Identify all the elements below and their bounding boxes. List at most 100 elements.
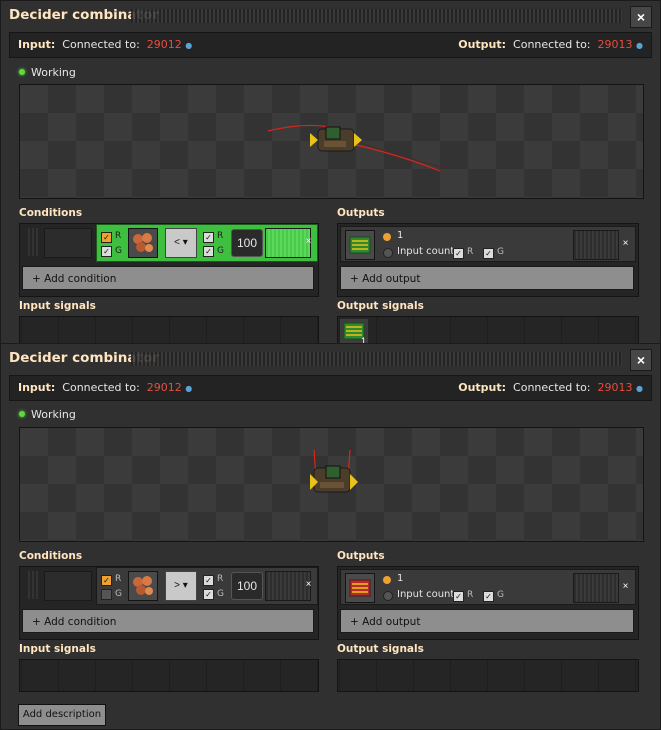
outputs-label: Outputs	[337, 550, 385, 562]
add-description-button[interactable]: Add description	[18, 704, 106, 726]
output-signal-slot[interactable]	[345, 230, 375, 260]
entity-preview	[19, 84, 644, 199]
electronic-circuit-icon	[349, 579, 371, 597]
connection-bar: Input: Connected to: 29012 ● Output: Con…	[9, 32, 652, 58]
input-signals-label: Input signals	[19, 300, 96, 312]
copper-ore-icon	[133, 576, 153, 595]
decider-window-2: Decider combinator × Input: Connected to…	[0, 343, 661, 730]
checkbox-red-wire[interactable]: ✓	[101, 232, 112, 243]
add-output-button[interactable]: + Add output	[340, 609, 634, 633]
constant-value-field[interactable]: 100	[231, 229, 263, 257]
input-count-label: Input count	[397, 589, 455, 600]
add-output-button[interactable]: + Add output	[340, 266, 634, 290]
close-icon[interactable]: ×	[619, 231, 632, 257]
connected-to-label: Connected to:	[62, 38, 140, 51]
connected-to-label: Connected to:	[62, 381, 140, 394]
status-dot-icon	[19, 411, 25, 417]
comparator-value: >	[174, 580, 181, 591]
logic-operator-slot[interactable]	[44, 228, 92, 258]
radio-constant[interactable]	[383, 233, 391, 241]
outputs-label: Outputs	[337, 207, 385, 219]
condition-row: ✓ R ✓ G < ▾ ✓ R ✓ G 100 ×	[96, 224, 318, 262]
checkbox-red-wire[interactable]: ✓	[203, 232, 214, 243]
red-label: R	[217, 574, 224, 584]
info-icon[interactable]: ●	[185, 384, 192, 393]
chevron-down-icon: ▾	[182, 580, 188, 591]
close-icon[interactable]: ×	[302, 229, 315, 255]
radio-input-count[interactable]	[383, 248, 393, 258]
first-signal-slot[interactable]	[128, 228, 158, 258]
status-indicator: Working	[19, 66, 76, 79]
decider-window-1: Decider combinator × Input: Connected to…	[0, 0, 661, 349]
input-signals-label: Input signals	[19, 643, 96, 655]
electronic-circuit-icon	[349, 236, 371, 254]
green-label: G	[115, 246, 122, 256]
entity-preview	[19, 427, 644, 542]
info-icon[interactable]: ●	[636, 384, 643, 393]
output-network-id: 29013	[597, 38, 633, 51]
output-signals-label: Output signals	[337, 643, 424, 655]
output-signal-slot[interactable]	[345, 573, 375, 603]
output-grip[interactable]	[573, 573, 619, 603]
checkbox-red-wire[interactable]: ✓	[101, 575, 112, 586]
red-label: R	[217, 231, 224, 241]
first-signal-slot[interactable]	[128, 571, 158, 601]
conditions-label: Conditions	[19, 550, 83, 562]
combinator-preview-icon	[267, 124, 451, 172]
green-label: G	[217, 246, 224, 256]
outputs-panel: 1 Input count ✓ R ✓ G × + Add output	[337, 566, 639, 640]
red-label: R	[115, 574, 122, 584]
radio-input-count[interactable]	[383, 591, 393, 601]
connected-to-label: Connected to:	[513, 381, 591, 394]
checkbox-green-wire[interactable]: ✓	[483, 248, 494, 259]
checkbox-green-wire[interactable]: ✓	[203, 246, 214, 257]
green-label: G	[217, 589, 224, 599]
checkbox-green-wire[interactable]: ✓	[101, 246, 112, 257]
info-icon[interactable]: ●	[185, 41, 192, 50]
checkbox-green-wire[interactable]: ✓	[483, 591, 494, 602]
output-signal-cell[interactable]: 1	[340, 319, 368, 346]
green-label: G	[497, 590, 504, 600]
close-icon[interactable]: ×	[619, 574, 632, 600]
close-icon[interactable]: ×	[630, 349, 652, 371]
green-label: G	[115, 589, 122, 599]
conditions-panel: ✓ R G > ▾ ✓ R ✓ G 100 × + Add condition	[19, 566, 319, 640]
drag-handle[interactable]	[26, 228, 40, 256]
close-icon[interactable]: ×	[630, 6, 652, 28]
radio-constant[interactable]	[383, 576, 391, 584]
output-network-id: 29013	[597, 381, 633, 394]
logic-operator-slot[interactable]	[44, 571, 92, 601]
output-constant-value: 1	[397, 230, 404, 241]
input-network-id: 29012	[146, 381, 182, 394]
constant-value-field[interactable]: 100	[231, 572, 263, 600]
checkbox-red-wire[interactable]: ✓	[203, 575, 214, 586]
red-label: R	[115, 231, 122, 241]
checkbox-green-wire[interactable]: ✓	[203, 589, 214, 600]
checkbox-green-wire[interactable]	[101, 589, 112, 600]
input-network-id: 29012	[146, 38, 182, 51]
checkbox-red-wire[interactable]: ✓	[453, 591, 464, 602]
comparator-dropdown[interactable]: > ▾	[165, 571, 197, 601]
close-icon[interactable]: ×	[302, 572, 315, 598]
outputs-panel: 1 Input count ✓ R ✓ G × + Add output	[337, 223, 639, 297]
title-bar[interactable]: Decider combinator ×	[1, 344, 660, 374]
drag-handle[interactable]	[26, 571, 40, 599]
drag-handle[interactable]	[131, 9, 622, 23]
output-signals-label: Output signals	[337, 300, 424, 312]
comparator-value: <	[174, 237, 181, 248]
input-count-label: Input count	[397, 246, 455, 257]
info-icon[interactable]: ●	[636, 41, 643, 50]
output-signals-grid	[337, 659, 639, 692]
add-condition-button[interactable]: + Add condition	[22, 609, 314, 633]
output-label: Output:	[458, 381, 507, 394]
comparator-dropdown[interactable]: < ▾	[165, 228, 197, 258]
add-condition-button[interactable]: + Add condition	[22, 266, 314, 290]
conditions-label: Conditions	[19, 207, 83, 219]
combinator-preview-icon	[310, 449, 358, 493]
status-indicator: Working	[19, 408, 76, 421]
output-grip[interactable]	[573, 230, 619, 260]
drag-handle[interactable]	[131, 352, 622, 366]
input-signals-grid	[19, 659, 319, 692]
title-bar[interactable]: Decider combinator ×	[1, 1, 660, 31]
checkbox-red-wire[interactable]: ✓	[453, 248, 464, 259]
